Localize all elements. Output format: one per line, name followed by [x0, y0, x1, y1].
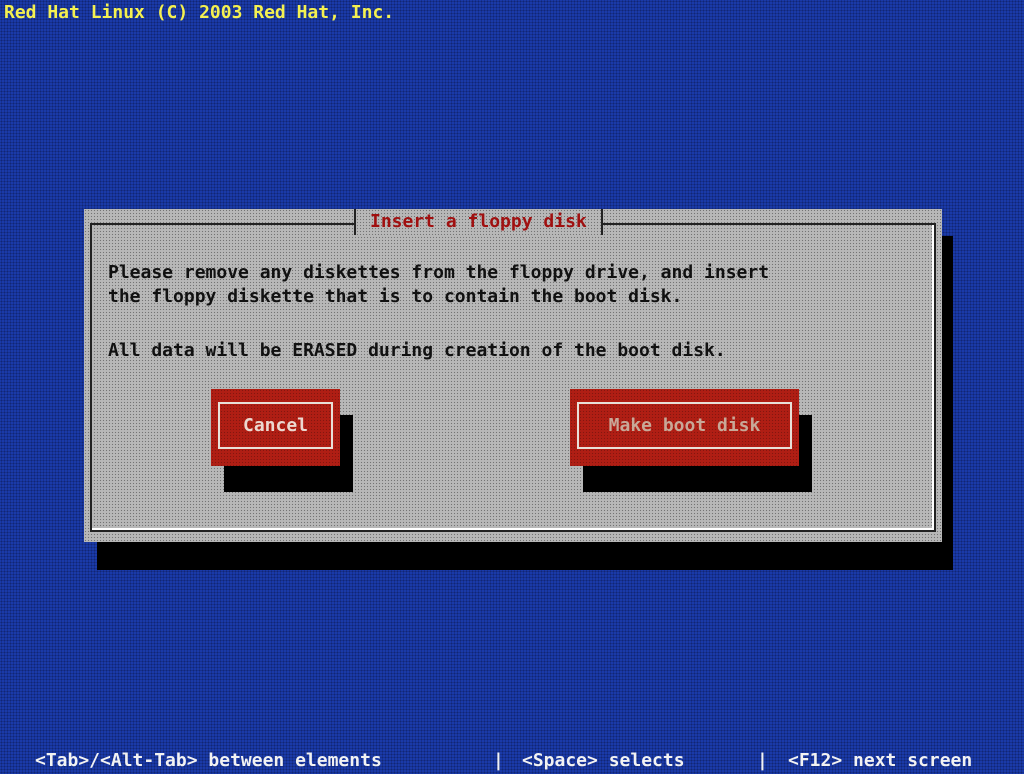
make-boot-disk-button[interactable]: Make boot disk — [570, 389, 799, 466]
cancel-button[interactable]: Cancel — [211, 389, 340, 466]
status-hint-space: <Space> selects — [522, 750, 685, 771]
dialog-message-line-1: Please remove any diskettes from the flo… — [108, 262, 770, 283]
dialog-title: Insert a floppy disk — [354, 209, 603, 235]
dialog-message-line-2: the floppy diskette that is to contain t… — [108, 286, 683, 307]
floppy-dialog: Insert a floppy disk Please remove any d… — [84, 209, 942, 542]
status-separator-2: | — [757, 750, 768, 771]
screen-title: Red Hat Linux (C) 2003 Red Hat, Inc. — [4, 2, 395, 23]
status-hint-f12: <F12> next screen — [788, 750, 973, 771]
status-bar: <Tab>/<Alt-Tab> between elements | <Spac… — [0, 748, 1024, 774]
dialog-warning-line: All data will be ERASED during creation … — [108, 340, 726, 361]
make-boot-disk-button-label: Make boot disk — [577, 402, 792, 449]
cancel-button-label: Cancel — [218, 402, 333, 449]
status-hint-tab: <Tab>/<Alt-Tab> between elements — [35, 750, 382, 771]
status-separator-1: | — [493, 750, 504, 771]
